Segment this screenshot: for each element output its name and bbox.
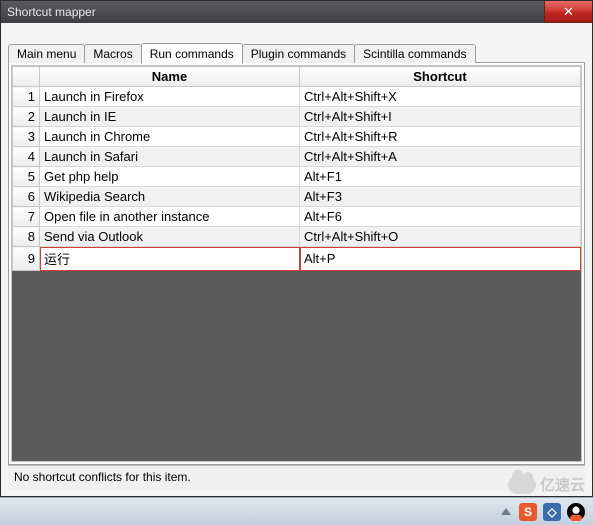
cell-shortcut[interactable]: Ctrl+Alt+Shift+I bbox=[300, 107, 581, 127]
cell-name[interactable]: Open file in another instance bbox=[40, 207, 300, 227]
column-header-shortcut[interactable]: Shortcut bbox=[300, 67, 581, 87]
cell-name[interactable]: Launch in Firefox bbox=[40, 87, 300, 107]
tab-main-menu[interactable]: Main menu bbox=[8, 44, 85, 63]
close-button[interactable]: ✕ bbox=[544, 1, 592, 23]
grid-empty-area bbox=[12, 271, 581, 461]
cell-shortcut[interactable]: Ctrl+Alt+Shift+O bbox=[300, 227, 581, 247]
row-number: 8 bbox=[13, 227, 40, 247]
tab-label: Run commands bbox=[150, 47, 234, 61]
cell-name[interactable]: 运行 bbox=[40, 247, 300, 271]
tab-macros[interactable]: Macros bbox=[84, 44, 141, 63]
cell-shortcut[interactable]: Alt+F6 bbox=[300, 207, 581, 227]
cell-shortcut[interactable]: Ctrl+Alt+Shift+A bbox=[300, 147, 581, 167]
status-bar: No shortcut conflicts for this item. bbox=[8, 465, 585, 490]
cell-name[interactable]: Get php help bbox=[40, 167, 300, 187]
table-row[interactable]: 7Open file in another instanceAlt+F6 bbox=[13, 207, 581, 227]
table-row[interactable]: 4Launch in SafariCtrl+Alt+Shift+A bbox=[13, 147, 581, 167]
titlebar: Shortcut mapper ✕ bbox=[1, 1, 592, 23]
table-row[interactable]: 9运行Alt+P bbox=[13, 247, 581, 271]
cell-shortcut[interactable]: Alt+F3 bbox=[300, 187, 581, 207]
row-number: 2 bbox=[13, 107, 40, 127]
tray-shield-icon[interactable]: ◇ bbox=[543, 503, 561, 521]
shortcut-grid[interactable]: Name Shortcut 1Launch in FirefoxCtrl+Alt… bbox=[12, 66, 581, 271]
tab-label: Scintilla commands bbox=[363, 47, 466, 61]
column-header-name[interactable]: Name bbox=[40, 67, 300, 87]
cell-name[interactable]: Wikipedia Search bbox=[40, 187, 300, 207]
cell-name[interactable]: Launch in Chrome bbox=[40, 127, 300, 147]
row-number: 7 bbox=[13, 207, 40, 227]
tab-strip: Main menu Macros Run commands Plugin com… bbox=[8, 43, 585, 63]
tab-plugin-commands[interactable]: Plugin commands bbox=[242, 44, 355, 63]
tab-panel: Name Shortcut 1Launch in FirefoxCtrl+Alt… bbox=[8, 62, 585, 465]
cell-shortcut[interactable]: Ctrl+Alt+Shift+R bbox=[300, 127, 581, 147]
tab-label: Main menu bbox=[17, 47, 76, 61]
corner-header bbox=[13, 67, 40, 87]
client-area: Main menu Macros Run commands Plugin com… bbox=[1, 23, 592, 496]
tray-overflow-icon[interactable] bbox=[501, 508, 511, 515]
status-message: No shortcut conflicts for this item. bbox=[14, 470, 191, 484]
tray-qq-icon[interactable] bbox=[567, 503, 585, 521]
table-row[interactable]: 3Launch in ChromeCtrl+Alt+Shift+R bbox=[13, 127, 581, 147]
table-row[interactable]: 5Get php helpAlt+F1 bbox=[13, 167, 581, 187]
row-number: 6 bbox=[13, 187, 40, 207]
cell-shortcut[interactable]: Ctrl+Alt+Shift+X bbox=[300, 87, 581, 107]
cell-shortcut[interactable]: Alt+P bbox=[300, 247, 581, 271]
cell-shortcut[interactable]: Alt+F1 bbox=[300, 167, 581, 187]
cell-name[interactable]: Send via Outlook bbox=[40, 227, 300, 247]
table-row[interactable]: 8Send via OutlookCtrl+Alt+Shift+O bbox=[13, 227, 581, 247]
row-number: 4 bbox=[13, 147, 40, 167]
tab-label: Plugin commands bbox=[251, 47, 346, 61]
tab-label: Macros bbox=[93, 47, 132, 61]
tab-scintilla-commands[interactable]: Scintilla commands bbox=[354, 44, 475, 63]
row-number: 5 bbox=[13, 167, 40, 187]
table-row[interactable]: 1Launch in FirefoxCtrl+Alt+Shift+X bbox=[13, 87, 581, 107]
close-icon: ✕ bbox=[563, 4, 574, 20]
table-row[interactable]: 6Wikipedia SearchAlt+F3 bbox=[13, 187, 581, 207]
tray-sogou-icon[interactable]: S bbox=[519, 503, 537, 521]
taskbar: S ◇ bbox=[0, 497, 593, 525]
row-number: 3 bbox=[13, 127, 40, 147]
row-number: 1 bbox=[13, 87, 40, 107]
row-number: 9 bbox=[13, 247, 40, 271]
tab-run-commands[interactable]: Run commands bbox=[141, 43, 243, 64]
app-window: Shortcut mapper ✕ Main menu Macros Run c… bbox=[0, 0, 593, 497]
table-row[interactable]: 2Launch in IECtrl+Alt+Shift+I bbox=[13, 107, 581, 127]
cell-name[interactable]: Launch in IE bbox=[40, 107, 300, 127]
window-title: Shortcut mapper bbox=[7, 5, 96, 19]
column-header-row: Name Shortcut bbox=[13, 67, 581, 87]
cell-name[interactable]: Launch in Safari bbox=[40, 147, 300, 167]
shortcut-grid-wrap: Name Shortcut 1Launch in FirefoxCtrl+Alt… bbox=[11, 65, 582, 462]
